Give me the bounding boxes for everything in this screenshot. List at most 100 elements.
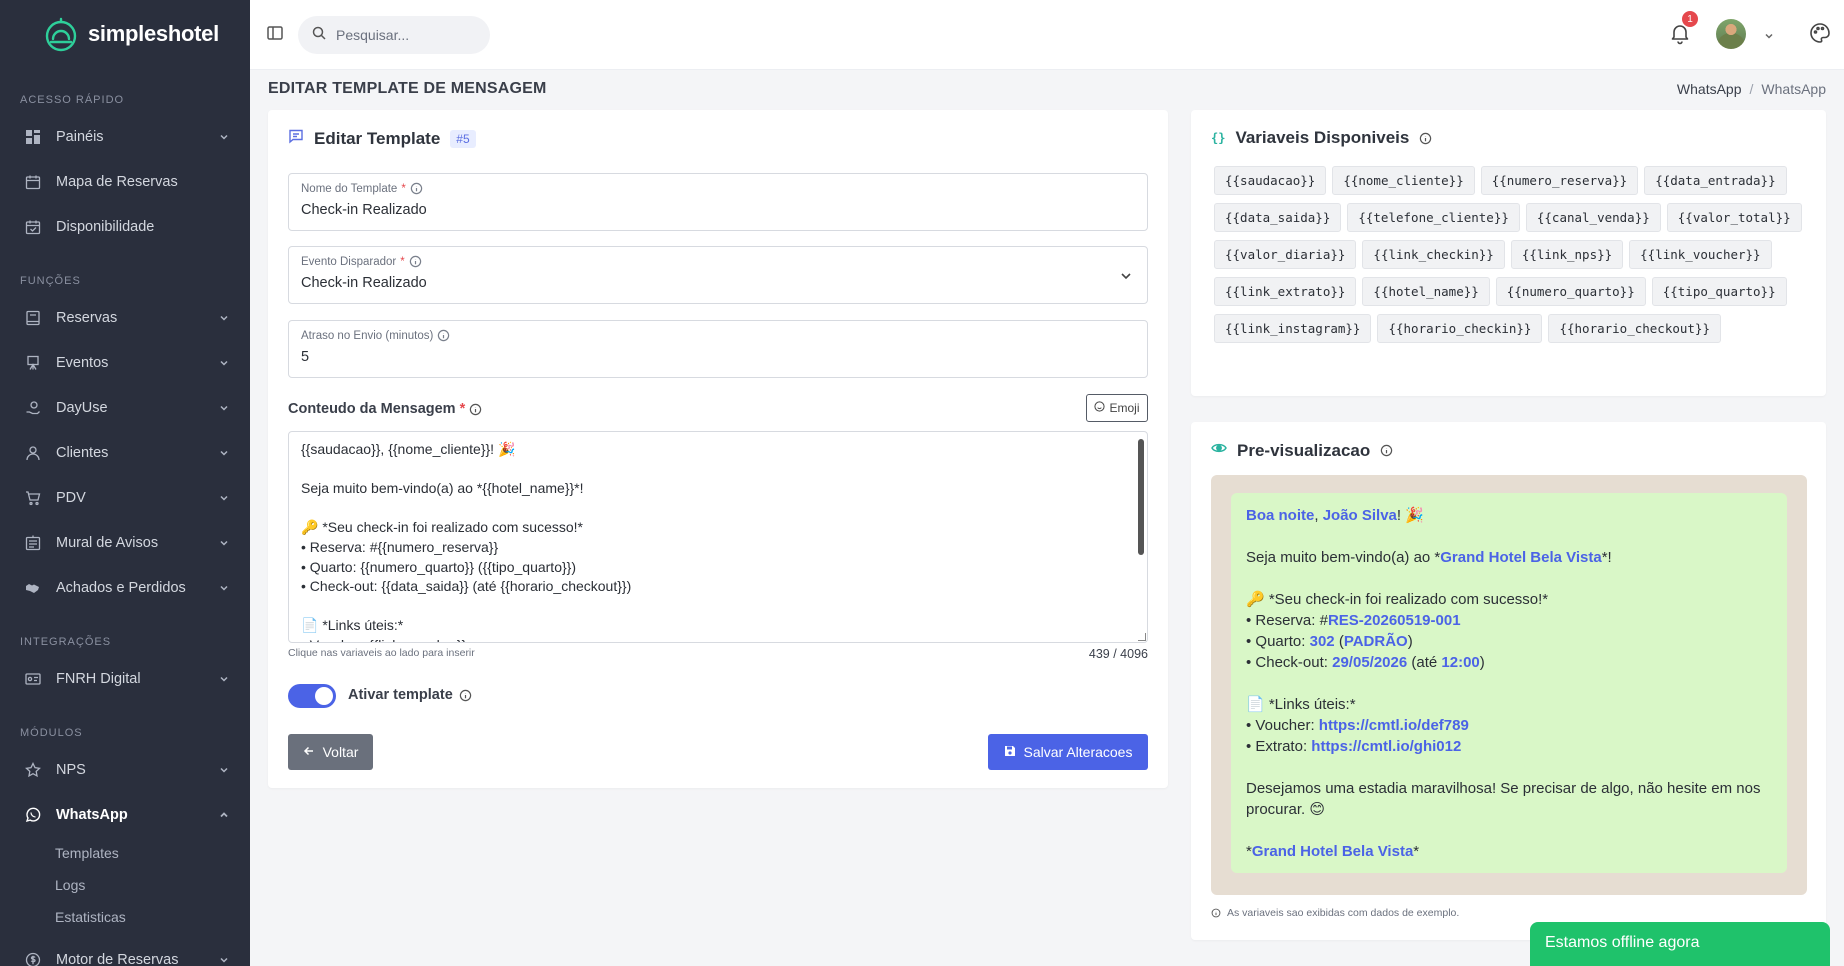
- variable-chip[interactable]: {{saudacao}}: [1214, 166, 1327, 195]
- variable-chip[interactable]: {{link_checkin}}: [1362, 240, 1505, 269]
- info-icon: [470, 403, 482, 415]
- preview-client-name: João Silva: [1322, 507, 1397, 524]
- id-card-icon: [24, 670, 42, 688]
- send-delay-input[interactable]: 5: [301, 349, 309, 365]
- breadcrumb-item[interactable]: WhatsApp: [1677, 81, 1742, 97]
- bell-hotel-logo-icon: [42, 15, 80, 53]
- sidebar-item-mural-de-avisos[interactable]: Mural de Avisos: [0, 520, 250, 565]
- variable-chip[interactable]: {{link_voucher}}: [1629, 240, 1772, 269]
- preview-extrato-link[interactable]: https://cmtl.io/ghi012: [1311, 738, 1461, 755]
- sidebar-item-label: PDV: [56, 489, 86, 506]
- trigger-event-label-text: Evento Disparador: [301, 255, 397, 268]
- variable-chip[interactable]: {{telefone_cliente}}: [1347, 203, 1520, 232]
- variable-chip[interactable]: {{numero_reserva}}: [1480, 166, 1639, 195]
- chevron-down-icon[interactable]: [1119, 269, 1133, 283]
- template-name-field[interactable]: Nome do Template * Check-in Realizado: [288, 173, 1148, 231]
- sidebar-subitem-estatisticas[interactable]: Estatisticas: [0, 901, 250, 933]
- chat-widget-offline[interactable]: Estamos offline agora: [1530, 922, 1830, 966]
- edit-template-header: Editar Template #5: [288, 128, 476, 149]
- preview-signature: *Grand Hotel Bela Vista*: [1246, 843, 1420, 860]
- variable-chip[interactable]: {{canal_venda}}: [1525, 203, 1661, 232]
- save-changes-button[interactable]: Salvar Alteracoes: [988, 734, 1148, 770]
- search-box[interactable]: [298, 16, 490, 54]
- preview-greeting-line: Boa noite, João Silva! 🎉: [1246, 507, 1424, 524]
- sidebar-item-disponibilidade[interactable]: Disponibilidade: [0, 204, 250, 249]
- variable-chip[interactable]: {{tipo_quarto}}: [1651, 277, 1787, 306]
- info-icon: [1211, 908, 1221, 918]
- panel-toggle-icon[interactable]: [266, 24, 284, 42]
- required-marker: *: [401, 182, 406, 195]
- search-icon: [312, 26, 326, 45]
- user-avatar[interactable]: [1716, 19, 1746, 49]
- back-button[interactable]: Voltar: [288, 734, 373, 770]
- whatsapp-icon: [24, 806, 42, 824]
- sidebar-subitem-templates[interactable]: Templates: [0, 837, 250, 869]
- variables-title: Variaveis Disponiveis: [1235, 128, 1410, 147]
- variable-chip-list: {{saudacao}} {{nome_cliente}} {{numero_res…: [1214, 166, 1809, 343]
- sidebar-item-pdv[interactable]: PDV: [0, 475, 250, 520]
- variable-chip[interactable]: {{nome_cliente}}: [1332, 166, 1475, 195]
- variable-chip[interactable]: {{data_entrada}}: [1644, 166, 1787, 195]
- character-count: 439 / 4096: [1088, 647, 1148, 661]
- sidebar-section-title: INTEGRAÇÕES: [20, 636, 112, 648]
- sidebar-item-mapa-de-reservas[interactable]: Mapa de Reservas: [0, 159, 250, 204]
- palette-icon[interactable]: [1808, 21, 1832, 45]
- emoji-button[interactable]: Emoji: [1086, 394, 1148, 422]
- sidebar-item-whatsapp[interactable]: WhatsApp: [0, 792, 250, 837]
- info-icon: [438, 329, 450, 342]
- sidebar-item-fnrh-digital[interactable]: FNRH Digital: [0, 656, 250, 701]
- trigger-event-select[interactable]: Evento Disparador * Check-in Realizado: [288, 246, 1148, 304]
- chevron-down-icon: [218, 312, 230, 324]
- preview-voucher-prefix: • Voucher:: [1246, 717, 1319, 734]
- edit-template-title: Editar Template: [314, 128, 441, 148]
- trigger-event-value: Check-in Realizado: [301, 275, 427, 291]
- sidebar-item-eventos[interactable]: Eventos: [0, 340, 250, 385]
- activate-template-label-text: Ativar template: [348, 687, 453, 703]
- sidebar-item-reservas[interactable]: Reservas: [0, 295, 250, 340]
- board-icon: [24, 534, 42, 552]
- variable-chip[interactable]: {{valor_total}}: [1666, 203, 1802, 232]
- preview-welcome-prefix: Seja muito bem-vindo(a) ao *: [1246, 549, 1441, 566]
- dollar-circle-icon: [24, 951, 42, 966]
- preview-title: Pre-visualizacao: [1237, 440, 1371, 460]
- preview-checkin-line: 🔑 *Seu check-in foi realizado com sucess…: [1246, 591, 1549, 608]
- preview-header: Pre-visualizacao: [1211, 440, 1393, 461]
- sidebar-item-label: Disponibilidade: [56, 218, 155, 235]
- sidebar-item-achados-e-perdidos[interactable]: Achados e Perdidos: [0, 565, 250, 610]
- sidebar-item-nps[interactable]: NPS: [0, 747, 250, 792]
- sidebar-item-label: FNRH Digital: [56, 670, 141, 687]
- sidebar-item-label: Reservas: [56, 309, 118, 326]
- variable-chip[interactable]: {{link_nps}}: [1510, 240, 1624, 269]
- template-name-input[interactable]: Check-in Realizado: [301, 202, 427, 218]
- variable-chip[interactable]: {{link_extrato}}: [1214, 277, 1357, 306]
- preview-extrato-prefix: • Extrato:: [1246, 738, 1312, 755]
- variable-chip[interactable]: {{data_saida}}: [1214, 203, 1342, 232]
- easel-icon: [24, 354, 42, 372]
- send-delay-field[interactable]: Atraso no Envio (minutos) 5: [288, 320, 1148, 378]
- info-icon: [1420, 132, 1432, 144]
- variable-chip[interactable]: {{horario_checkin}}: [1377, 314, 1543, 343]
- variable-chip[interactable]: {{horario_checkout}}: [1548, 314, 1721, 343]
- preview-reserva-line: • Reserva: #RES-20260519-001: [1246, 610, 1772, 631]
- sidebar-section-title: ACESSO RÁPIDO: [20, 94, 125, 106]
- logo[interactable]: simpleshotel: [0, 0, 250, 68]
- variable-chip[interactable]: {{hotel_name}}: [1362, 277, 1490, 306]
- activate-template-toggle[interactable]: [288, 684, 336, 708]
- sidebar-item-label: Eventos: [56, 354, 109, 371]
- sidebar-item-dayuse[interactable]: DayUse: [0, 385, 250, 430]
- chevron-down-icon[interactable]: [1764, 28, 1774, 39]
- variable-chip[interactable]: {{valor_diaria}}: [1214, 240, 1357, 269]
- sidebar-item-paineis[interactable]: Painéis: [0, 114, 250, 159]
- chevron-up-icon: [218, 809, 230, 821]
- sidebar-item-clientes[interactable]: Clientes: [0, 430, 250, 475]
- sidebar-subitem-logs[interactable]: Logs: [0, 869, 250, 901]
- sidebar-item-motor-de-reservas[interactable]: Motor de Reservas: [0, 937, 250, 966]
- preview-voucher-link[interactable]: https://cmtl.io/def789: [1319, 717, 1469, 734]
- breadcrumb-separator: /: [1749, 81, 1754, 97]
- user-icon: [24, 444, 42, 462]
- search-input[interactable]: [336, 27, 476, 43]
- message-content-textarea[interactable]: {{saudacao}}, {{nome_cliente}}! 🎉 Seja m…: [288, 431, 1148, 643]
- variable-chip[interactable]: {{numero_quarto}}: [1495, 277, 1646, 306]
- variable-chip[interactable]: {{link_instagram}}: [1214, 314, 1372, 343]
- message-content-label: Conteudo da Mensagem *: [288, 401, 482, 417]
